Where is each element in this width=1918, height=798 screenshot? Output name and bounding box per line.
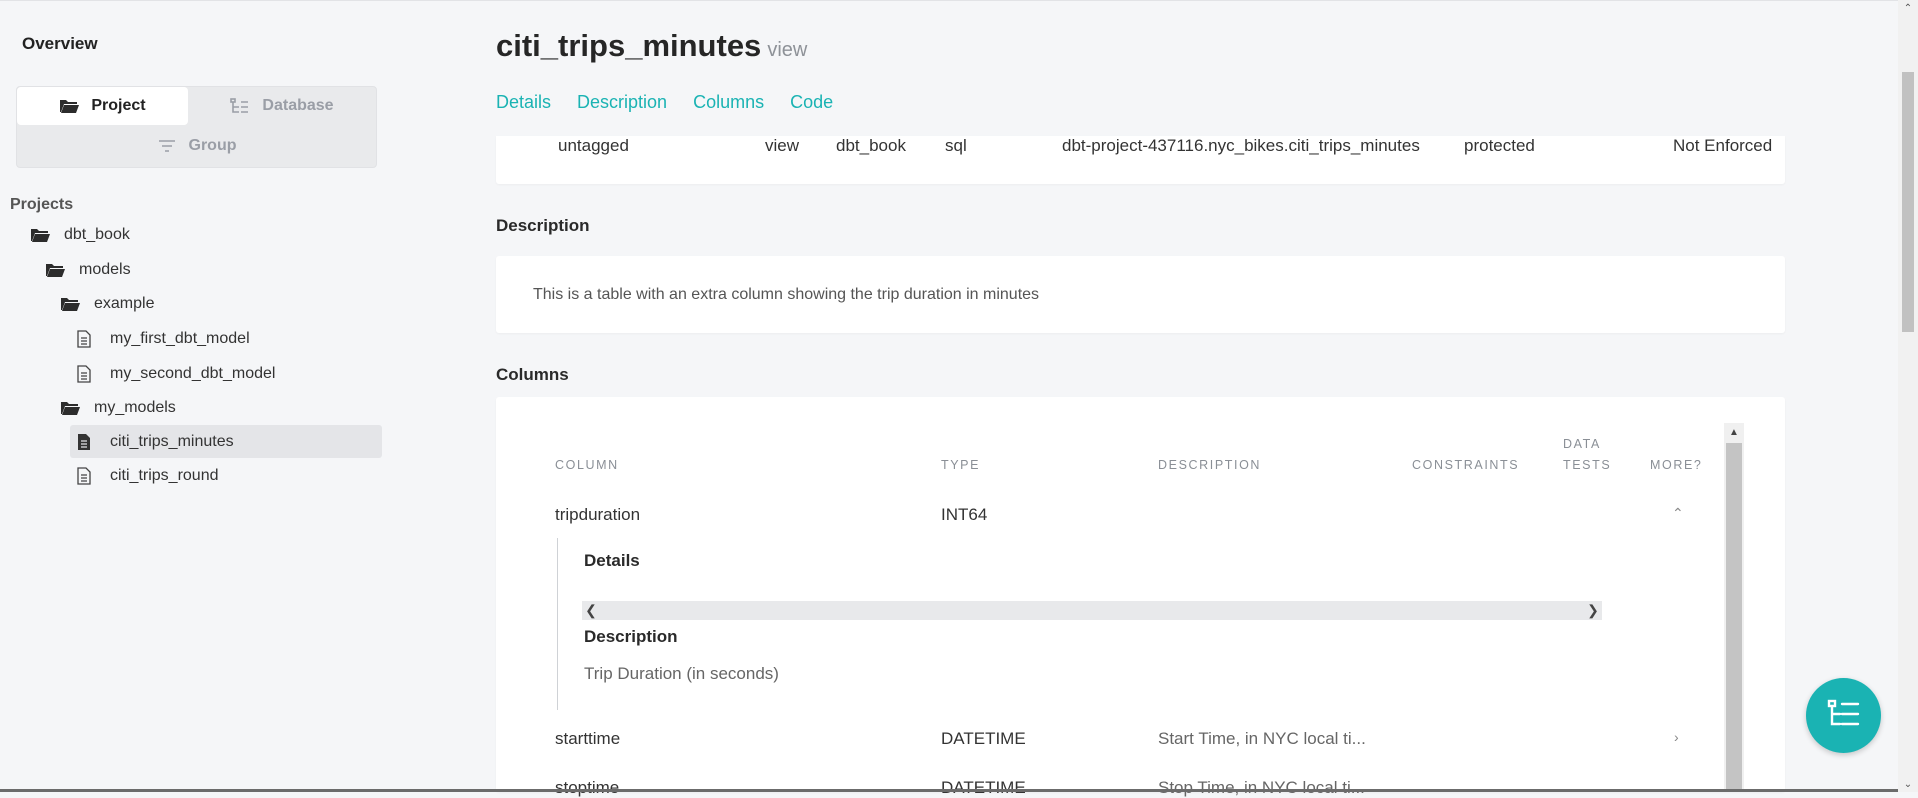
contract-value: Not Enforced [1673,136,1773,155]
tree-folder-dbt-book[interactable]: dbt_book [30,219,130,251]
relation-value: dbt-project-437116.nyc_bikes.citi_trips_… [1062,136,1420,155]
column-name-stoptime[interactable]: stoptime [555,778,619,798]
section-tabs: Details Description Columns Code [496,92,833,113]
lineage-graph-button[interactable] [1806,678,1881,753]
package-value: dbt_book [836,136,906,155]
description-heading: Description [496,216,590,235]
language-value: sql [945,136,967,155]
main-content: citi_trips_minutes view Details Descripti… [398,0,1898,797]
expanded-details-border [557,538,558,710]
column-header-column: COLUMN [555,458,619,472]
project-toggle-button[interactable]: Project [17,87,188,125]
column-header-data-tests-line2: TESTS [1563,458,1612,472]
resource-type-label: view [767,39,808,61]
columns-card [496,397,1785,792]
folder-open-icon [59,98,80,114]
access-value: protected [1464,136,1535,155]
folder-open-icon [45,261,65,279]
folder-open-icon [30,226,50,244]
page-scroll-down-icon[interactable]: ⌄ [1898,776,1918,792]
scroll-up-icon[interactable]: ▲ [1724,423,1744,441]
tree-folder-my-models[interactable]: my_models [60,392,176,424]
column-type-stoptime: DATETIME [941,778,1026,797]
columns-vertical-scrollbar[interactable]: ▲ [1724,423,1744,792]
tab-code[interactable]: Code [790,92,833,113]
tab-description[interactable]: Description [577,92,667,113]
tree-folder-models[interactable]: models [45,254,131,286]
chevron-up-icon[interactable]: ⌃ [1672,505,1684,522]
column-description-starttime: Start Time, in NYC local ti... [1158,729,1366,748]
tab-details[interactable]: Details [496,92,551,113]
description-text: This is a table with an extra column sho… [533,286,1040,303]
document-icon [76,433,96,451]
page-scroll-up-icon[interactable]: ⌃ [1898,0,1918,16]
column-type-tripduration: INT64 [941,505,988,524]
column-header-description: DESCRIPTION [1158,458,1262,472]
folder-open-icon [60,399,80,417]
tree-folder-example[interactable]: example [60,288,154,320]
tree-file-my-second-dbt-model[interactable]: my_second_dbt_model [76,358,275,390]
sidebar: Overview Project Database Group Projects… [0,0,398,792]
scroll-right-icon[interactable]: ❯ [1584,601,1602,620]
document-icon [76,467,96,485]
page-scrollbar[interactable]: ⌃ ⌄ [1898,0,1918,792]
materialization-value: view [765,136,800,155]
column-description-subheading: Description [584,627,678,646]
page-scrollbar-thumb[interactable] [1902,72,1914,332]
scroll-left-icon[interactable]: ❮ [582,601,600,620]
chevron-right-icon[interactable]: › [1674,729,1679,745]
tree-structure-icon [230,98,250,114]
tree-file-citi-trips-round[interactable]: citi_trips_round [76,460,219,492]
tab-columns[interactable]: Columns [693,92,764,113]
lineage-tree-icon [1827,698,1861,733]
folder-open-icon [60,295,80,313]
filter-icon [157,138,177,154]
column-header-constraints: CONSTRAINTS [1412,458,1520,472]
horizontal-scrollbar[interactable]: ❮ ❯ [582,601,1602,620]
tags-value: untagged [558,136,629,155]
view-toggle: Project Database Group [16,86,377,168]
column-description-stoptime: Stop Time, in NYC local ti... [1158,778,1365,797]
column-header-type: TYPE [941,458,981,472]
overview-link[interactable]: Overview [22,34,98,54]
column-header-data-tests-line1: DATA [1563,437,1601,451]
document-icon [76,365,96,383]
column-name-starttime[interactable]: starttime [555,729,620,749]
scrollbar-thumb[interactable] [1726,443,1742,792]
details-subheading: Details [584,551,640,570]
tree-file-my-first-dbt-model[interactable]: my_first_dbt_model [76,323,250,355]
columns-heading: Columns [496,365,569,384]
projects-heading: Projects [10,196,74,213]
page-title: citi_trips_minutes view [496,28,808,63]
group-toggle-button[interactable]: Group [17,127,376,165]
document-icon [76,330,96,348]
column-type-starttime: DATETIME [941,729,1026,748]
column-name-tripduration[interactable]: tripduration [555,505,640,525]
tree-file-citi-trips-minutes[interactable]: citi_trips_minutes [70,425,382,458]
column-description-text: Trip Duration (in seconds) [584,664,779,683]
column-header-more: MORE? [1650,458,1703,472]
database-toggle-button[interactable]: Database [188,87,376,125]
